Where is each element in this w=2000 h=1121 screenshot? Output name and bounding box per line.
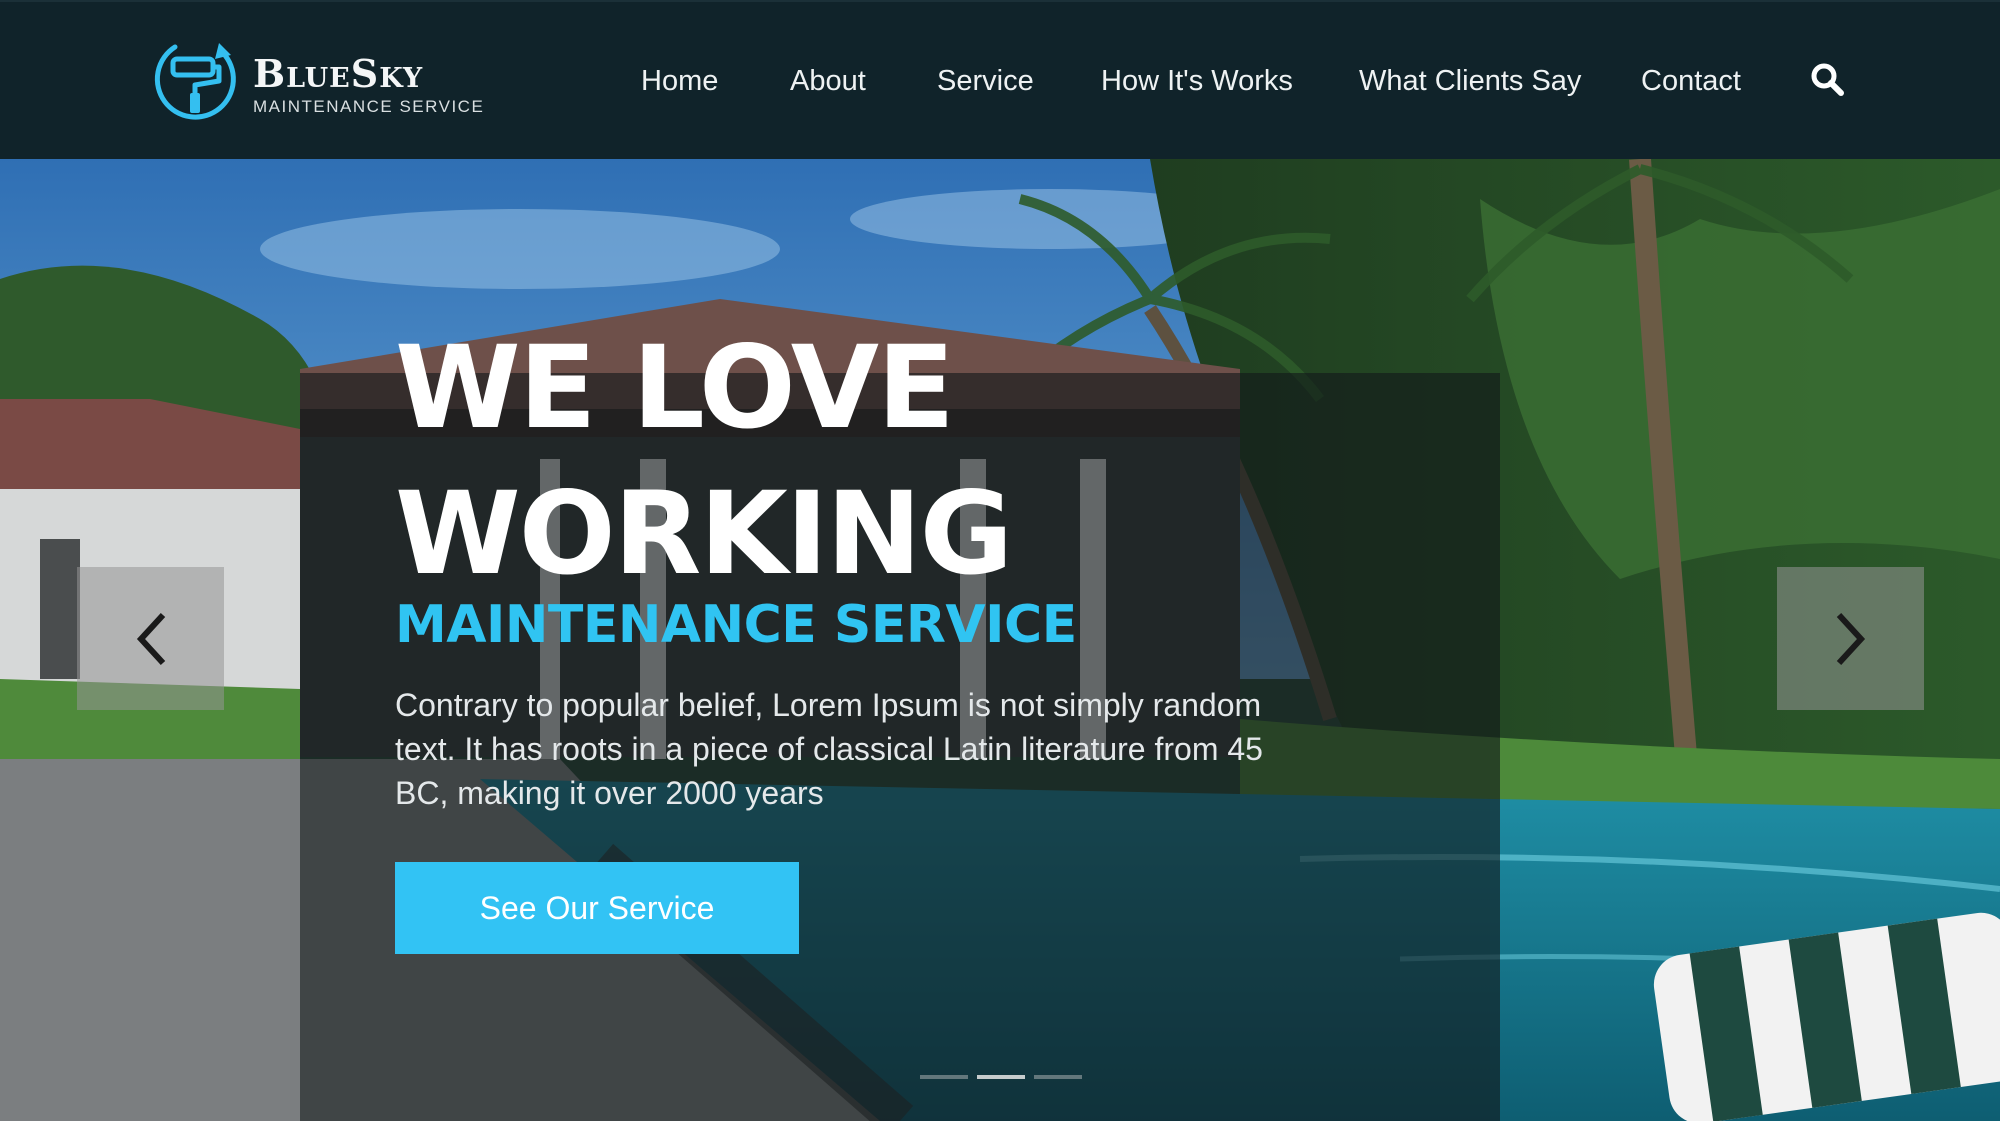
brand-name: BlueSky [253,51,424,96]
nav-item-home[interactable]: Home [641,58,718,104]
hero-headline: WE LOVE WORKING [395,315,1295,607]
brand-tagline: MAINTENANCE SERVICE [253,97,485,116]
carousel-indicator-2[interactable] [977,1075,1025,1079]
carousel-prev-button[interactable] [77,567,224,710]
search-button[interactable] [1810,62,1846,98]
nav-item-what-clients-say[interactable]: What Clients Say [1359,58,1581,104]
paint-roller-icon [154,43,236,120]
see-our-service-button[interactable]: See Our Service [395,862,799,954]
search-icon [1811,63,1844,96]
site-header: BlueSky MAINTENANCE SERVICE Home About S… [0,0,2000,159]
brand-logo[interactable]: BlueSky MAINTENANCE SERVICE [145,35,483,123]
chevron-left-icon [136,612,165,665]
chevron-right-icon [1836,612,1865,665]
carousel-next-button[interactable] [1777,567,1924,710]
nav-item-about[interactable]: About [790,58,866,104]
nav-item-service[interactable]: Service [937,58,1034,104]
hero-body-text: Contrary to popular belief, Lorem Ipsum … [395,687,1263,811]
hero-headline-line-1: WE LOVE [395,321,955,454]
hero-subheadline: MAINTENANCE SERVICE [395,595,1077,655]
nav-item-contact[interactable]: Contact [1641,58,1741,104]
nav-item-how-it-works[interactable]: How It's Works [1101,58,1293,104]
carousel-indicator-3[interactable] [1034,1075,1082,1079]
hero-headline-line-2: WORKING [395,467,1013,600]
carousel-indicator-1[interactable] [920,1075,968,1079]
